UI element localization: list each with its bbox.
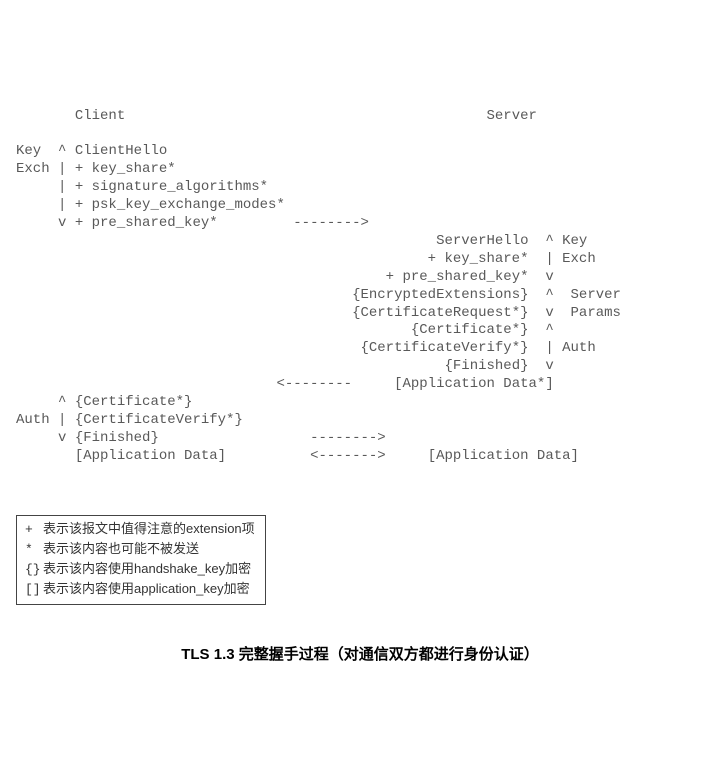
header-server: Server xyxy=(487,108,537,124)
label-auth-server: Auth xyxy=(562,340,596,356)
label-server: Server xyxy=(571,287,621,303)
label-auth-client: Auth xyxy=(16,412,50,428)
legend-item: *表示该内容也可能不被发送 xyxy=(25,540,255,560)
label-key-server: Key xyxy=(562,233,587,249)
msg-appdata-client: [Application Data] xyxy=(75,448,226,464)
legend-text: 表示该内容使用handshake_key加密 xyxy=(43,561,251,576)
msg-appdata-server: [Application Data*] xyxy=(394,376,554,392)
caption: TLS 1.3 完整握手过程（对通信双方都进行身份认证） xyxy=(16,645,704,664)
legend-text: 表示该报文中值得注意的extension项 xyxy=(43,521,255,536)
legend-box: +表示该报文中值得注意的extension项 *表示该内容也可能不被发送 {}表… xyxy=(16,515,266,604)
ext-psk-server: + pre_shared_key* xyxy=(386,269,529,285)
legend-sym: + xyxy=(25,521,43,540)
marker: ^ xyxy=(58,143,66,159)
marker: v xyxy=(58,215,66,231)
legend-text: 表示该内容使用application_key加密 xyxy=(43,581,250,596)
msg-encext: {EncryptedExtensions} xyxy=(352,287,528,303)
msg-serverhello: ServerHello xyxy=(436,233,528,249)
msg-clienthello: ClientHello xyxy=(75,143,167,159)
msg-certreq: {CertificateRequest*} xyxy=(352,305,528,321)
arrow-right-icon: --------> xyxy=(310,430,386,446)
marker: ^ xyxy=(545,287,553,303)
marker: | xyxy=(545,340,553,356)
msg-finished-client: {Finished} xyxy=(75,430,159,446)
label-exch-client: Exch xyxy=(16,161,50,177)
marker: | xyxy=(58,412,66,428)
msg-cert-client: {Certificate*} xyxy=(75,394,193,410)
marker: | xyxy=(58,179,66,195)
legend-item: {}表示该内容使用handshake_key加密 xyxy=(25,560,255,580)
marker: ^ xyxy=(545,233,553,249)
legend-item: []表示该内容使用application_key加密 xyxy=(25,580,255,600)
msg-appdata-server2: [Application Data] xyxy=(428,448,579,464)
arrow-left-icon: <-------- xyxy=(276,376,352,392)
ext-sigalg: + signature_algorithms* xyxy=(75,179,268,195)
header-client: Client xyxy=(75,108,125,124)
marker: | xyxy=(58,161,66,177)
marker: v xyxy=(545,305,553,321)
legend-text: 表示该内容也可能不被发送 xyxy=(43,541,199,556)
legend-sym: * xyxy=(25,541,43,560)
arrow-both-icon: <-------> xyxy=(310,448,386,464)
legend-sym: {} xyxy=(25,561,43,580)
label-params: Params xyxy=(571,305,621,321)
msg-certverify-client: {CertificateVerify*} xyxy=(75,412,243,428)
ext-pskmodes: + psk_key_exchange_modes* xyxy=(75,197,285,213)
marker: v xyxy=(58,430,66,446)
ext-keyshare: + key_share* xyxy=(75,161,176,177)
marker: | xyxy=(58,197,66,213)
marker: v xyxy=(545,358,553,374)
msg-certverify-server: {CertificateVerify*} xyxy=(360,340,528,356)
legend-item: +表示该报文中值得注意的extension项 xyxy=(25,520,255,540)
handshake-diagram: Client Server Key ^ ClientHello Exch | +… xyxy=(16,108,704,466)
marker: ^ xyxy=(58,394,66,410)
msg-finished-server: {Finished} xyxy=(444,358,528,374)
legend-sym: [] xyxy=(25,581,43,600)
msg-cert-server: {Certificate*} xyxy=(411,322,529,338)
ext-psk: + pre_shared_key* xyxy=(75,215,218,231)
arrow-right-icon: --------> xyxy=(293,215,369,231)
ext-keyshare-server: + key_share* xyxy=(428,251,529,267)
label-exch-server: Exch xyxy=(562,251,596,267)
marker: | xyxy=(545,251,553,267)
label-key-client: Key xyxy=(16,143,41,159)
marker: v xyxy=(545,269,553,285)
marker: ^ xyxy=(545,322,553,338)
